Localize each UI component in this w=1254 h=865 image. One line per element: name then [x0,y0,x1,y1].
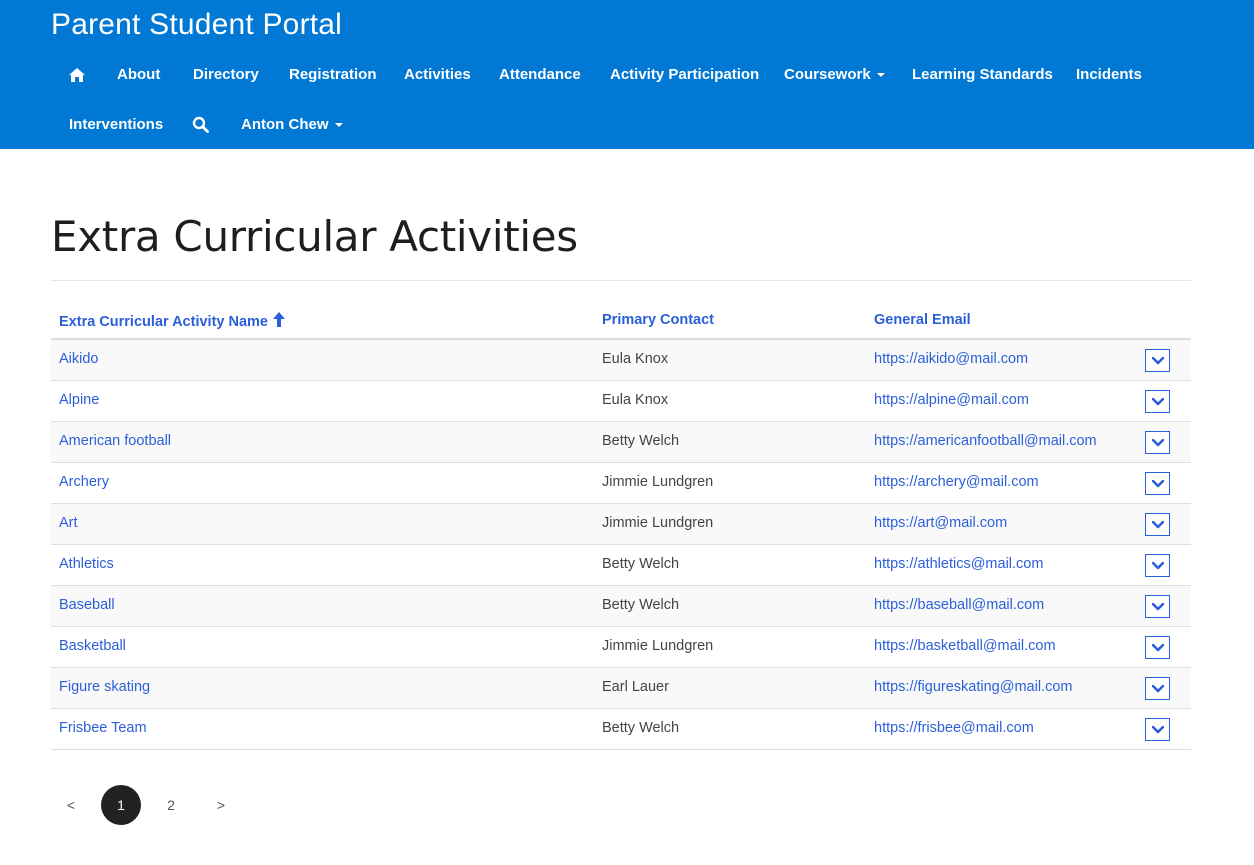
arrow-up-icon [273,312,285,331]
table-row: Athletics Betty Welch https://athletics@ma… [51,545,1191,586]
row-actions-dropdown[interactable] [1145,718,1170,741]
general-email-link[interactable]: https://figureskating@mail.com [874,679,1072,695]
table-row: Aikido Eula Knox https://aikido@mail.com [51,340,1191,381]
column-header-general-email[interactable]: General Email [874,312,971,328]
chevron-down-icon [1151,561,1164,569]
table-row: Figure skating Earl Lauer https://figuresk… [51,668,1191,709]
column-header-activity-name[interactable]: Extra Curricular Activity Name [59,312,285,331]
general-email-link[interactable]: https://archery@mail.com [874,474,1039,490]
pagination: < 1 2 > [51,785,251,825]
chevron-down-icon [1151,643,1164,651]
nav-learning-standards[interactable]: Learning Standards [912,50,1053,100]
search-icon[interactable] [188,99,212,149]
nav-incidents[interactable]: Incidents [1076,50,1142,100]
nav-interventions[interactable]: Interventions [69,100,163,150]
activity-name-link[interactable]: Frisbee Team [59,720,147,736]
chevron-down-icon [1151,684,1164,692]
user-name: Anton Chew [241,116,329,133]
activity-name-link[interactable]: Aikido [59,351,99,367]
chevron-down-icon [1151,356,1164,364]
column-header-label: Extra Curricular Activity Name [59,314,268,330]
general-email-link[interactable]: https://basketball@mail.com [874,638,1056,654]
primary-contact: Eula Knox [602,351,669,367]
activity-name-link[interactable]: Archery [59,474,109,490]
nav-directory[interactable]: Directory [193,50,259,100]
next-page-button[interactable]: > [201,785,241,825]
general-email-link[interactable]: https://baseball@mail.com [874,597,1044,613]
page-2-button[interactable]: 2 [151,785,191,825]
caret-down-icon [876,73,885,78]
chevron-down-icon [1151,602,1164,610]
row-actions-dropdown[interactable] [1145,431,1170,454]
general-email-link[interactable]: https://frisbee@mail.com [874,720,1034,736]
caret-down-icon [334,123,343,128]
row-actions-dropdown[interactable] [1145,349,1170,372]
table-row: Baseball Betty Welch https://baseball@mail… [51,586,1191,627]
primary-contact: Jimmie Lundgren [602,638,714,654]
chevron-down-icon [1151,438,1164,446]
row-actions-dropdown[interactable] [1145,595,1170,618]
nav-coursework-label: Coursework [784,66,871,83]
primary-contact: Jimmie Lundgren [602,515,714,531]
prev-page-button[interactable]: < [51,785,91,825]
page-title: Extra Curricular Activities [51,212,578,261]
general-email-link[interactable]: https://americanfootball@mail.com [874,433,1097,449]
primary-contact: Betty Welch [602,597,680,613]
row-actions-dropdown[interactable] [1145,513,1170,536]
nav-about[interactable]: About [117,50,160,100]
primary-contact: Jimmie Lundgren [602,474,714,490]
primary-contact: Eula Knox [602,392,669,408]
nav-attendance[interactable]: Attendance [499,50,581,100]
primary-contact: Betty Welch [602,433,680,449]
activity-name-link[interactable]: Art [59,515,78,531]
general-email-link[interactable]: https://athletics@mail.com [874,556,1043,572]
row-actions-dropdown[interactable] [1145,636,1170,659]
table-row: Archery Jimmie Lundgren https://archery@ma… [51,463,1191,504]
row-actions-dropdown[interactable] [1145,677,1170,700]
divider [51,280,1191,281]
activity-name-link[interactable]: Alpine [59,392,99,408]
activity-name-link[interactable]: American football [59,433,171,449]
page-1-button[interactable]: 1 [101,785,141,825]
row-actions-dropdown[interactable] [1145,390,1170,413]
chevron-down-icon [1151,520,1164,528]
primary-contact: Earl Lauer [602,679,669,695]
activity-name-link[interactable]: Athletics [59,556,114,572]
table-row: American football Betty Welch https://amer… [51,422,1191,463]
column-header-primary-contact[interactable]: Primary Contact [602,312,714,328]
table-body: Aikido Eula Knox https://aikido@mail.com Al… [51,340,1191,750]
chevron-down-icon [1151,725,1164,733]
table-header: Extra Curricular Activity Name Primary C… [51,300,1191,340]
nav-activities[interactable]: Activities [404,50,471,100]
nav-activity-participation[interactable]: Activity Participation [610,50,759,100]
home-icon[interactable] [65,50,89,100]
table-row: Alpine Eula Knox https://alpine@mail.com [51,381,1191,422]
table-row: Art Jimmie Lundgren https://art@mail.com [51,504,1191,545]
nav-coursework-dropdown[interactable]: Coursework [784,50,885,100]
nav-registration[interactable]: Registration [289,50,377,100]
row-actions-dropdown[interactable] [1145,554,1170,577]
primary-contact: Betty Welch [602,720,680,736]
activity-name-link[interactable]: Baseball [59,597,115,613]
general-email-link[interactable]: https://alpine@mail.com [874,392,1029,408]
general-email-link[interactable]: https://art@mail.com [874,515,1007,531]
primary-contact: Betty Welch [602,556,680,572]
portal-title[interactable]: Parent Student Portal [51,8,342,42]
activities-table: Extra Curricular Activity Name Primary C… [51,300,1191,750]
table-row: Frisbee Team Betty Welch https://frisbee@m… [51,709,1191,750]
user-menu-dropdown[interactable]: Anton Chew [241,100,343,150]
row-actions-dropdown[interactable] [1145,472,1170,495]
top-navbar: Parent Student Portal About Directory Re… [0,0,1254,149]
activity-name-link[interactable]: Figure skating [59,679,150,695]
general-email-link[interactable]: https://aikido@mail.com [874,351,1028,367]
chevron-down-icon [1151,479,1164,487]
activity-name-link[interactable]: Basketball [59,638,126,654]
table-row: Basketball Jimmie Lundgren https://basketb… [51,627,1191,668]
chevron-down-icon [1151,397,1164,405]
